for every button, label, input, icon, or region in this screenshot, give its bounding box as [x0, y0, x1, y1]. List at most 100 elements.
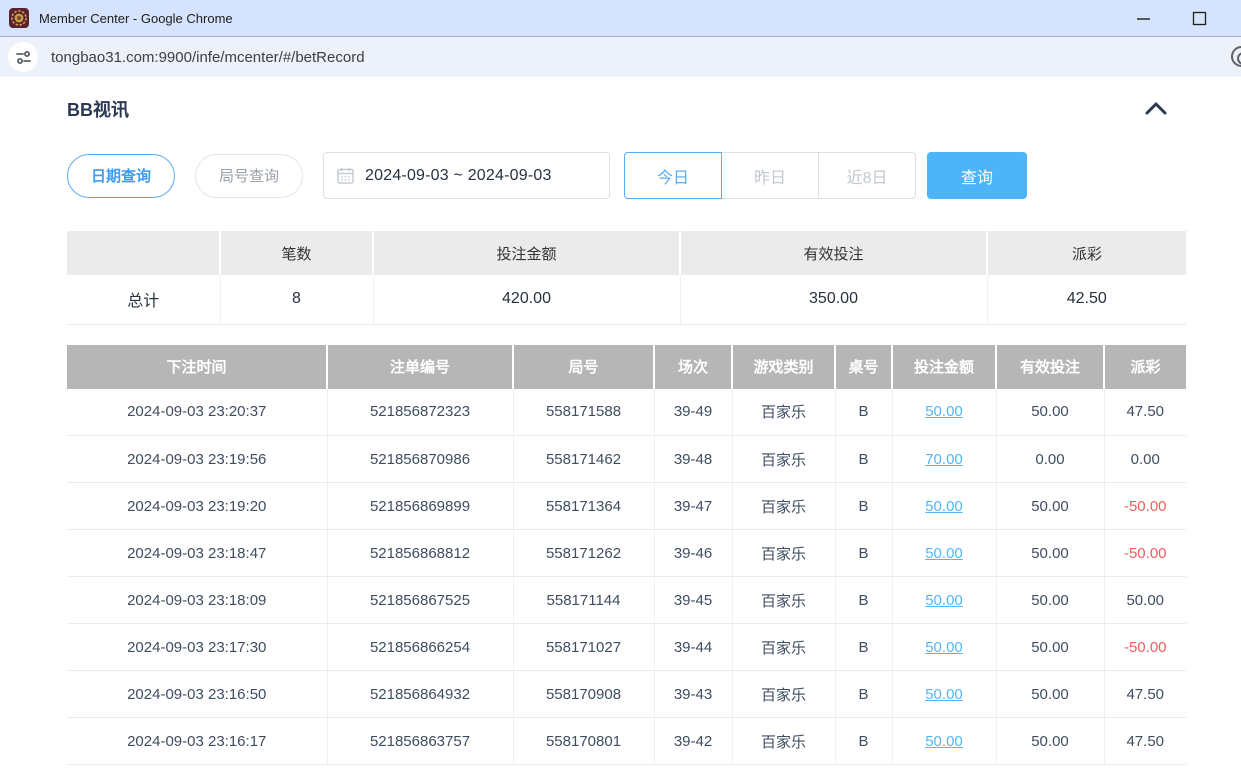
quick-range-button-1[interactable]: 昨日 — [721, 152, 819, 199]
records-header-row: 下注时间注单编号局号场次游戏类别桌号投注金额有效投注派彩 — [67, 345, 1186, 389]
bet-amount-cell: 50.00 — [892, 671, 996, 718]
valid-bet-cell: 50.00 — [996, 671, 1104, 718]
page-title: BB视讯 — [67, 96, 129, 122]
table-row: 2024-09-03 23:18:47521856868812558171262… — [67, 530, 1186, 577]
bet-amount-link[interactable]: 50.00 — [925, 592, 963, 609]
valid-bet-cell: 50.00 — [996, 389, 1104, 436]
address-url[interactable]: tongbao31.com:9900/infe/mcenter/#/betRec… — [51, 49, 365, 66]
bet-amount-cell: 50.00 — [892, 483, 996, 530]
round-id-cell: 558170801 — [513, 718, 654, 765]
site-settings-icon[interactable] — [8, 42, 38, 72]
window-titlebar: Member Center - Google Chrome — [0, 0, 1241, 37]
bet-amount-link[interactable]: 50.00 — [925, 639, 963, 656]
summary-valid-bet-cell: 350.00 — [680, 275, 987, 324]
round-query-tab[interactable]: 局号查询 — [195, 154, 303, 198]
bet-amount-link[interactable]: 50.00 — [925, 403, 963, 420]
table-row: 2024-09-03 23:19:56521856870986558171462… — [67, 436, 1186, 483]
bet-id-cell: 521856869899 — [327, 483, 513, 530]
valid-bet-cell: 50.00 — [996, 530, 1104, 577]
payout-cell: -50.00 — [1104, 530, 1186, 577]
table-no-cell: B — [835, 624, 892, 671]
window-title: Member Center - Google Chrome — [39, 11, 233, 26]
bet-record-panel: BB视讯 日期查询 局号查询 2024-09-03 ~ 2024-09-03 今… — [67, 96, 1186, 765]
bet-amount-link[interactable]: 50.00 — [925, 498, 963, 515]
round-id-cell: 558171262 — [513, 530, 654, 577]
bet-id-cell: 521856864932 — [327, 671, 513, 718]
bet-amount-link[interactable]: 50.00 — [925, 733, 963, 750]
round-id-cell: 558171364 — [513, 483, 654, 530]
round-id-cell: 558171144 — [513, 577, 654, 624]
bet-amount-link[interactable]: 50.00 — [925, 686, 963, 703]
table-no-cell: B — [835, 577, 892, 624]
bet-amount-cell: 50.00 — [892, 577, 996, 624]
payout-cell: 47.50 — [1104, 389, 1186, 436]
game-type-cell: 百家乐 — [732, 671, 835, 718]
bet-id-cell: 521856872323 — [327, 389, 513, 436]
records-table: 下注时间注单编号局号场次游戏类别桌号投注金额有效投注派彩 2024-09-03 … — [67, 345, 1186, 766]
bet-time-cell: 2024-09-03 23:18:47 — [67, 530, 327, 577]
round-id-cell: 558171027 — [513, 624, 654, 671]
window-controls — [1131, 6, 1211, 30]
bet-time-cell: 2024-09-03 23:16:50 — [67, 671, 327, 718]
records-header-cell: 有效投注 — [996, 345, 1104, 389]
records-header-cell: 局号 — [513, 345, 654, 389]
calendar-icon — [337, 167, 354, 184]
table-no-cell: B — [835, 718, 892, 765]
search-button[interactable]: 查询 — [927, 152, 1027, 199]
payout-cell: 47.50 — [1104, 718, 1186, 765]
bet-amount-cell: 70.00 — [892, 436, 996, 483]
summary-header-cell: 投注金额 — [373, 231, 680, 275]
valid-bet-cell: 50.00 — [996, 718, 1104, 765]
date-range-input[interactable]: 2024-09-03 ~ 2024-09-03 — [323, 152, 610, 199]
summary-header-cell: 笔数 — [220, 231, 373, 275]
valid-bet-cell: 50.00 — [996, 577, 1104, 624]
site-favicon-icon — [9, 8, 29, 28]
session-cell: 39-44 — [654, 624, 732, 671]
session-cell: 39-45 — [654, 577, 732, 624]
bet-amount-link[interactable]: 70.00 — [925, 451, 963, 468]
table-row: 2024-09-03 23:16:17521856863757558170801… — [67, 718, 1186, 765]
table-row: 2024-09-03 23:19:20521856869899558171364… — [67, 483, 1186, 530]
quick-range-button-0[interactable]: 今日 — [624, 152, 722, 199]
session-cell: 39-43 — [654, 671, 732, 718]
payout-cell: 0.00 — [1104, 436, 1186, 483]
round-id-cell: 558171588 — [513, 389, 654, 436]
records-header-cell: 桌号 — [835, 345, 892, 389]
collapse-panel-button[interactable] — [1144, 101, 1168, 118]
summary-header-cell — [67, 231, 220, 275]
valid-bet-cell: 0.00 — [996, 436, 1104, 483]
records-header-cell: 投注金额 — [892, 345, 996, 389]
session-cell: 39-42 — [654, 718, 732, 765]
payout-cell: -50.00 — [1104, 624, 1186, 671]
filter-toolbar: 日期查询 局号查询 2024-09-03 ~ 2024-09-03 今日昨日近8… — [67, 152, 1186, 199]
summary-row-label: 总计 — [67, 275, 220, 324]
maximize-button[interactable] — [1187, 6, 1211, 30]
game-type-cell: 百家乐 — [732, 389, 835, 436]
quick-range-button-2[interactable]: 近8日 — [818, 152, 916, 199]
bet-id-cell: 521856867525 — [327, 577, 513, 624]
table-row: 2024-09-03 23:17:30521856866254558171027… — [67, 624, 1186, 671]
bet-time-cell: 2024-09-03 23:19:20 — [67, 483, 327, 530]
bet-id-cell: 521856863757 — [327, 718, 513, 765]
summary-payout-cell: 42.50 — [987, 275, 1186, 324]
date-range-value: 2024-09-03 ~ 2024-09-03 — [365, 167, 552, 185]
bet-id-cell: 521856866254 — [327, 624, 513, 671]
chevron-up-icon — [1144, 101, 1168, 115]
bet-time-cell: 2024-09-03 23:20:37 — [67, 389, 327, 436]
summary-header-row: 笔数投注金额有效投注派彩 — [67, 231, 1186, 275]
bet-time-cell: 2024-09-03 23:19:56 — [67, 436, 327, 483]
minimize-button[interactable] — [1131, 6, 1155, 30]
session-cell: 39-46 — [654, 530, 732, 577]
session-cell: 39-48 — [654, 436, 732, 483]
address-bar: tongbao31.com:9900/infe/mcenter/#/betRec… — [0, 37, 1241, 77]
date-query-tab[interactable]: 日期查询 — [67, 154, 175, 198]
game-type-cell: 百家乐 — [732, 436, 835, 483]
records-header-cell: 下注时间 — [67, 345, 327, 389]
round-id-cell: 558171462 — [513, 436, 654, 483]
summary-total-row: 总计8420.00350.0042.50 — [67, 275, 1186, 324]
bet-amount-link[interactable]: 50.00 — [925, 545, 963, 562]
bet-time-cell: 2024-09-03 23:18:09 — [67, 577, 327, 624]
profile-icon[interactable] — [1231, 46, 1241, 67]
round-id-cell: 558170908 — [513, 671, 654, 718]
summary-header-cell: 派彩 — [987, 231, 1186, 275]
